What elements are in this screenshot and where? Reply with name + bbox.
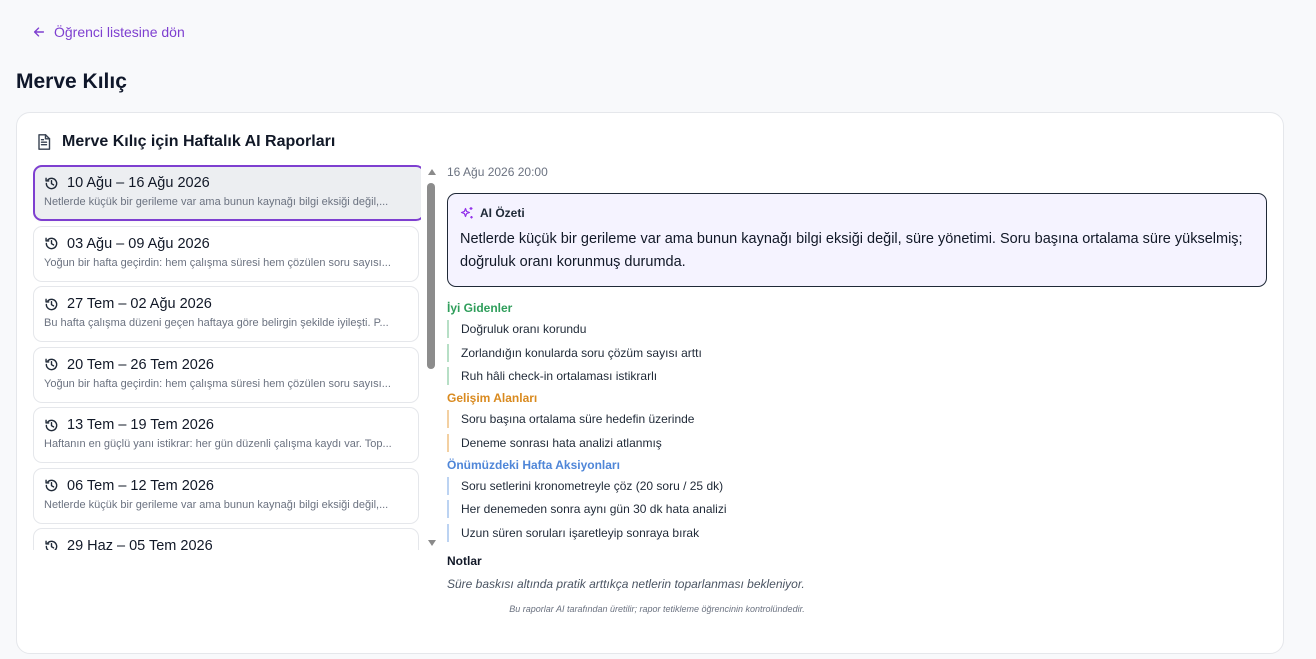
notes-text: Süre baskısı altında pratik arttıkça net… (447, 576, 805, 591)
document-icon (38, 134, 51, 150)
scroll-up-arrow-icon[interactable] (428, 169, 436, 175)
improvement-title: Gelişim Alanları (447, 391, 538, 405)
report-date-range: 06 Tem – 12 Tem 2026 (67, 477, 214, 494)
report-detail: 16 Ağu 2026 20:00 AI Özeti Netlerde küçü… (447, 165, 1269, 614)
history-icon (45, 479, 58, 492)
report-date-range: 13 Tem – 19 Tem 2026 (67, 417, 214, 433)
report-summary-preview: Netlerde küçük bir gerileme var ama bunu… (44, 196, 389, 208)
history-icon (45, 298, 58, 310)
history-icon (45, 358, 58, 371)
report-date-range: 27 Tem – 02 Ağu 2026 (67, 296, 212, 312)
notes-title: Notlar (447, 553, 482, 568)
improvement-item: Deneme sonrası hata analizi atlanmış (447, 433, 1269, 452)
report-summary-preview: Netlerde küçük bir gerileme var ama bunu… (44, 498, 389, 511)
report-list-item[interactable]: 03 Ağu – 09 Ağu 2026 Yoğun bir hafta geçi… (33, 225, 419, 282)
history-icon (45, 237, 58, 250)
scrollbar-thumb[interactable] (427, 183, 435, 369)
report-timestamp: 16 Ağu 2026 20:00 (447, 165, 548, 179)
report-date-range: 03 Ağu – 09 Ağu 2026 (67, 235, 210, 252)
next-week-action-item: Uzun süren soruları işaretleyip sonraya … (447, 523, 1269, 542)
report-list-item[interactable]: 20 Tem – 26 Tem 2026 Yoğun bir hafta geçi… (33, 346, 419, 403)
scroll-down-arrow-icon[interactable] (428, 540, 436, 546)
improvement-section: Gelişim Alanları Soru başına ortalama sü… (447, 391, 1269, 452)
history-icon (45, 419, 58, 431)
report-summary-preview: Bu hafta çalışma düzeni geçen haftaya gö… (44, 317, 389, 329)
going-well-item: Doğruluk oranı korundu (447, 320, 1269, 338)
ai-disclaimer: Bu raporlar AI tarafından üretilir; rapo… (509, 603, 805, 614)
report-summary-preview: Yoğun bir hafta geçirdin: hem çalışma sü… (44, 256, 391, 269)
report-date-range: 10 Ağu – 16 Ağu 2026 (67, 175, 210, 191)
report-list-item[interactable]: 13 Tem – 19 Tem 2026 Haftanın en güçlü ya… (33, 407, 419, 463)
next-week-section: Önümüzdeki Hafta Aksiyonları Soru setler… (447, 458, 1269, 542)
report-list-item[interactable]: 06 Tem – 12 Tem 2026 Netlerde küçük bir g… (33, 467, 419, 524)
report-summary-preview: Yoğun bir hafta geçirdin: hem çalışma sü… (44, 377, 391, 390)
next-week-action-item: Soru setlerini kronometreyle çöz (20 sor… (447, 476, 1269, 495)
report-list-item[interactable]: 10 Ağu – 16 Ağu 2026 Netlerde küçük bir g… (33, 165, 421, 221)
page-title: Merve Kılıç (16, 70, 127, 93)
weekly-reports-card: Merve Kılıç için Haftalık AI Raporları 1… (16, 112, 1284, 654)
back-link-label: Öğrenci listesine dön (54, 24, 185, 40)
going-well-item: Ruh hâli check-in ortalaması istikrarlı (447, 367, 1269, 385)
going-well-item: Zorlandığın konularda soru çözüm sayısı … (447, 343, 1269, 362)
report-list-item[interactable]: 27 Tem – 02 Ağu 2026 Bu hafta çalışma düz… (33, 286, 419, 342)
going-well-section: İyi Gidenler Doğruluk oranı korundu Zorla… (447, 301, 1269, 385)
card-header: Merve Kılıç için Haftalık AI Raporları (35, 133, 335, 151)
ai-summary-text: Netlerde küçük bir gerileme var ama bunu… (460, 231, 1243, 270)
card-title: Merve Kılıç için Haftalık AI Raporları (62, 133, 336, 150)
report-list-item[interactable]: 29 Haz – 05 Tem 2026 (33, 528, 419, 550)
back-to-student-list-link[interactable]: Öğrenci listesine dön (32, 24, 185, 40)
sparkles-icon (460, 207, 473, 219)
ai-summary-label: AI Özeti (480, 206, 525, 220)
report-list[interactable]: 10 Ağu – 16 Ağu 2026 Netlerde küçük bir g… (33, 165, 421, 550)
report-date-range: 20 Tem – 26 Tem 2026 (67, 356, 214, 373)
arrow-left-icon (33, 27, 45, 37)
report-date-range: 29 Haz – 05 Tem 2026 (67, 538, 213, 550)
improvement-item: Soru başına ortalama süre hedefin üzerin… (447, 410, 1269, 428)
history-icon (45, 540, 58, 550)
next-week-action-item: Her denemeden sonra aynı gün 30 dk hata … (447, 500, 1269, 518)
ai-summary-box: AI Özeti Netlerde küçük bir gerileme var… (447, 193, 1267, 287)
report-summary-preview: Haftanın en güçlü yanı istikrar: her gün… (44, 438, 392, 450)
going-well-title: İyi Gidenler (447, 301, 513, 315)
next-week-title: Önümüzdeki Hafta Aksiyonları (447, 457, 620, 472)
report-list-scrollbar[interactable] (426, 165, 438, 550)
history-icon (45, 177, 58, 189)
